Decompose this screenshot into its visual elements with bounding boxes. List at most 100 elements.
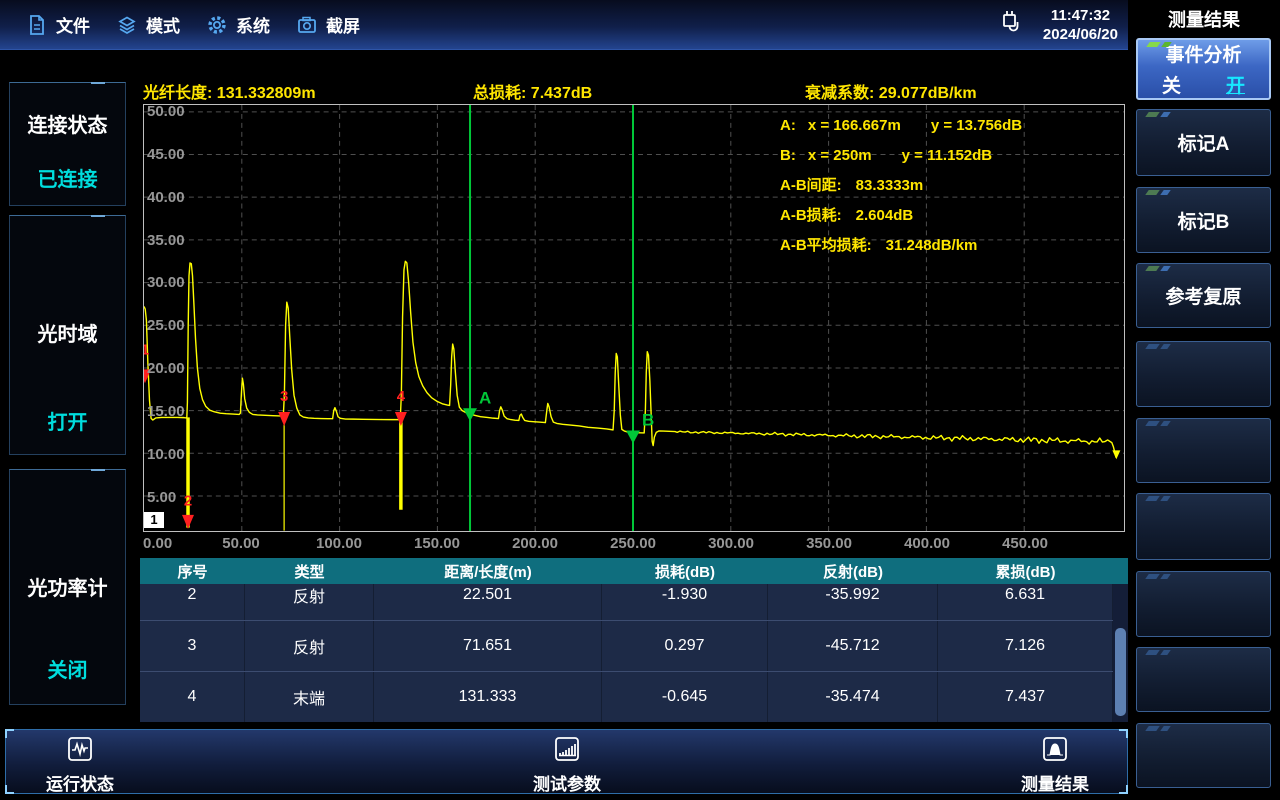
- empty-function-button: [1136, 418, 1271, 483]
- menu-mode-label: 模式: [146, 12, 180, 37]
- table-row[interactable]: 3反射71.6510.297-45.7127.126: [140, 620, 1113, 671]
- table-cell: 0.297: [602, 621, 768, 671]
- camera-icon: [296, 14, 318, 36]
- otdr-module-status: 打开: [10, 406, 125, 435]
- table-cell: -35.474: [768, 672, 938, 722]
- power-meter-title: 光功率计: [10, 572, 125, 601]
- event-2-arrow: [182, 515, 194, 529]
- events-table-header: 序号 类型 距离/长度(m) 损耗(dB) 反射(dB) 累损(dB): [140, 558, 1128, 584]
- marker-a-button[interactable]: 标记A: [1136, 109, 1271, 176]
- x-tick-label: 200.00: [512, 535, 558, 552]
- gear-icon: [206, 14, 228, 36]
- x-axis-labels: 0.00 50.00 100.00 150.00 200.00 250.00 300.00 3…: [143, 535, 1125, 555]
- header-distance: 距离/长度(m): [374, 558, 602, 584]
- event-analysis-toggle-button[interactable]: 事件分析 关 开: [1136, 38, 1271, 100]
- event-analysis-off-label[interactable]: 关: [1162, 71, 1181, 98]
- top-menu-bar: 文件 模式 系统 截屏 11:47:32 2024/06/20: [0, 0, 1128, 50]
- x-tick-label: 0.00: [143, 535, 172, 552]
- events-table-body: 2反射22.501-1.930-35.9926.6313反射71.6510.29…: [140, 584, 1113, 722]
- marker-a-readout: A:x = 166.667my = 13.756dB: [780, 111, 1022, 141]
- spectrum-icon: [1042, 736, 1068, 767]
- header-reflection: 反射(dB): [768, 558, 938, 584]
- tab-measurement-results[interactable]: 测量结果: [990, 736, 1120, 795]
- fiber-length-summary: 光纤长度: 131.332809m: [143, 79, 316, 103]
- tab-run-status-label: 运行状态: [46, 770, 114, 795]
- table-row[interactable]: 2反射22.501-1.930-35.9926.631: [140, 584, 1113, 620]
- x-tick-label: 400.00: [904, 535, 950, 552]
- otdr-module-title: 光时域: [10, 318, 125, 347]
- menu-file-label: 文件: [56, 12, 90, 37]
- menu-system-label: 系统: [236, 12, 270, 37]
- empty-function-button: [1136, 571, 1271, 637]
- otdr-instrument-screen: 文件 模式 系统 截屏 11:47:32 2024/06/20 连接状态 已连接…: [0, 0, 1280, 800]
- event-1-number: 1: [144, 341, 149, 358]
- x-tick-label: 250.00: [610, 535, 656, 552]
- empty-function-button: [1136, 723, 1271, 788]
- table-cell: 2: [140, 584, 245, 620]
- event-analysis-on-label[interactable]: 开: [1226, 71, 1245, 98]
- marker-annotations: A:x = 166.667my = 13.756dB B:x = 250my =…: [780, 111, 1022, 261]
- table-cell: 7.437: [938, 672, 1113, 722]
- tab-test-parameters-label: 测试参数: [533, 770, 601, 795]
- usb-plug-icon: [997, 6, 1027, 45]
- bottom-tab-bar: 运行状态 测试参数 测量结果: [5, 729, 1128, 794]
- total-loss-summary: 总损耗: 7.437dB: [473, 79, 592, 103]
- table-cell: 3: [140, 621, 245, 671]
- table-scrollbar: [1113, 584, 1128, 722]
- x-tick-label: 100.00: [316, 535, 362, 552]
- trace-end-arrow: [1112, 450, 1120, 459]
- table-cell: 7.126: [938, 621, 1113, 671]
- menu-system[interactable]: 系统: [206, 12, 270, 37]
- event-4-number: 4: [397, 388, 406, 405]
- marker-b-arrow[interactable]: [626, 431, 640, 444]
- waveform-icon: [67, 736, 93, 767]
- clock: 11:47:32 2024/06/20: [1043, 6, 1118, 44]
- tab-measurement-results-label: 测量结果: [1021, 770, 1089, 795]
- reference-restore-button[interactable]: 参考复原: [1136, 263, 1271, 328]
- table-cell: -0.645: [602, 672, 768, 722]
- clock-date: 2024/06/20: [1043, 25, 1118, 44]
- table-cell: 131.333: [374, 672, 602, 722]
- tab-test-parameters[interactable]: 测试参数: [507, 736, 627, 795]
- marker-b-readout: B:x = 250my = 11.152dB: [780, 141, 1022, 171]
- trace-number-badge: 1: [144, 512, 164, 528]
- menu-file[interactable]: 文件: [26, 12, 90, 37]
- x-tick-label: 300.00: [708, 535, 754, 552]
- file-icon: [26, 14, 48, 36]
- connection-status-title: 连接状态: [10, 109, 125, 138]
- otdr-trace-plot: 1234AB 50.0045.0040.0035.0030.0025.0020.…: [143, 104, 1125, 532]
- empty-function-button: [1136, 341, 1271, 407]
- menu-screenshot[interactable]: 截屏: [296, 12, 360, 37]
- tab-run-status[interactable]: 运行状态: [20, 736, 140, 795]
- otdr-trace: [144, 261, 1116, 457]
- x-tick-label: 350.00: [806, 535, 852, 552]
- connection-status-value: 已连接: [10, 163, 125, 192]
- power-meter-panel[interactable]: 光功率计 关闭: [9, 469, 126, 705]
- ab-avg-loss-readout: A-B平均损耗:31.248dB/km: [780, 231, 1022, 261]
- events-table: 序号 类型 距离/长度(m) 损耗(dB) 反射(dB) 累损(dB) 2反射2…: [140, 558, 1128, 722]
- table-scrollbar-thumb[interactable]: [1115, 628, 1126, 716]
- power-meter-status: 关闭: [10, 654, 125, 683]
- x-tick-label: 50.00: [222, 535, 260, 552]
- empty-function-button: [1136, 647, 1271, 712]
- connection-status-panel[interactable]: 连接状态 已连接: [9, 82, 126, 206]
- table-cell: 6.631: [938, 584, 1113, 620]
- marker-b-label: B: [642, 411, 654, 430]
- ab-distance-readout: A-B间距:83.3333m: [780, 171, 1022, 201]
- marker-b-button[interactable]: 标记B: [1136, 187, 1271, 253]
- event-1-arrow: [144, 369, 151, 383]
- table-row[interactable]: 4末端131.333-0.645-35.4747.437: [140, 671, 1113, 722]
- x-tick-label: 150.00: [414, 535, 460, 552]
- attenuation-summary: 衰减系数: 29.077dB/km: [805, 79, 977, 103]
- layers-icon: [116, 14, 138, 36]
- otdr-module-panel[interactable]: 光时域 打开: [9, 215, 126, 455]
- header-index: 序号: [140, 558, 245, 584]
- right-panel-title: 测量结果: [1128, 6, 1280, 32]
- header-loss: 损耗(dB): [602, 558, 768, 584]
- table-cell: 22.501: [374, 584, 602, 620]
- bar-chart-icon: [554, 736, 580, 767]
- right-function-panel: 测量结果 事件分析 关 开 标记A 标记B 参考复原: [1128, 0, 1280, 800]
- event-analysis-label: 事件分析: [1165, 40, 1241, 67]
- menu-mode[interactable]: 模式: [116, 12, 180, 37]
- table-cell: -45.712: [768, 621, 938, 671]
